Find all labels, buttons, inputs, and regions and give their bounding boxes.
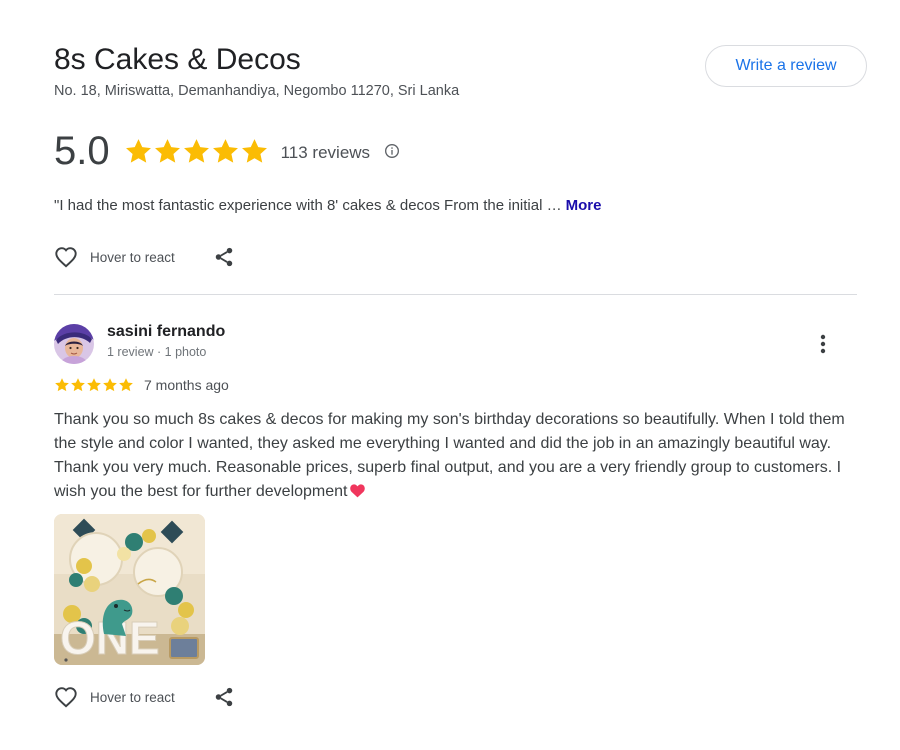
heart-outline-icon[interactable] [54, 686, 78, 708]
share-icon[interactable] [213, 246, 235, 268]
star-icon [154, 138, 180, 163]
review-date: 7 months ago [144, 377, 229, 393]
write-review-button[interactable]: Write a review [705, 45, 867, 87]
review-stars [54, 377, 134, 393]
review-count[interactable]: 113 reviews [281, 143, 370, 163]
red-heart-emoji-icon [349, 484, 365, 498]
rating-summary: 5.0 113 reviews [54, 126, 400, 176]
star-icon [71, 378, 85, 392]
star-icon [241, 138, 267, 163]
business-name: 8s Cakes & Decos [54, 43, 301, 76]
star-icon [119, 378, 133, 392]
more-vert-icon [820, 334, 826, 354]
info-icon[interactable] [384, 143, 400, 159]
share-icon[interactable] [213, 686, 235, 708]
star-icon [212, 138, 238, 163]
react-label[interactable]: Hover to react [90, 250, 175, 265]
react-label[interactable]: Hover to react [90, 690, 175, 705]
highlighted-review-snippet: "I had the most fantastic experience wit… [54, 196, 601, 216]
reviewer-avatar[interactable] [54, 324, 94, 364]
business-address: No. 18, Miriswatta, Demanhandiya, Negomb… [54, 83, 460, 99]
divider [54, 294, 857, 295]
star-icon [103, 378, 117, 392]
reviewer-name[interactable]: sasini fernando [107, 323, 225, 341]
star-icon [125, 138, 151, 163]
review-photo[interactable]: ONE [54, 514, 205, 665]
review-rating-row: 7 months ago [54, 376, 229, 394]
review-body: Thank you so much 8s cakes & decos for m… [54, 411, 845, 500]
react-row-summary: Hover to react [54, 245, 235, 269]
heart-outline-icon[interactable] [54, 246, 78, 268]
reviewer-meta: 1 review · 1 photo [107, 345, 207, 359]
star-icon [183, 138, 209, 163]
more-options-button[interactable] [812, 332, 834, 356]
react-row-review: Hover to react [54, 685, 235, 709]
review-text: Thank you so much 8s cakes & decos for m… [54, 408, 854, 504]
business-reviews-panel: 8s Cakes & Decos No. 18, Miriswatta, Dem… [0, 0, 900, 750]
snippet-text: "I had the most fantastic experience wit… [54, 197, 562, 214]
star-icon [87, 378, 101, 392]
rating-stars [124, 137, 269, 166]
rating-value: 5.0 [54, 129, 110, 173]
more-link[interactable]: More [566, 197, 602, 214]
star-icon [55, 378, 69, 392]
